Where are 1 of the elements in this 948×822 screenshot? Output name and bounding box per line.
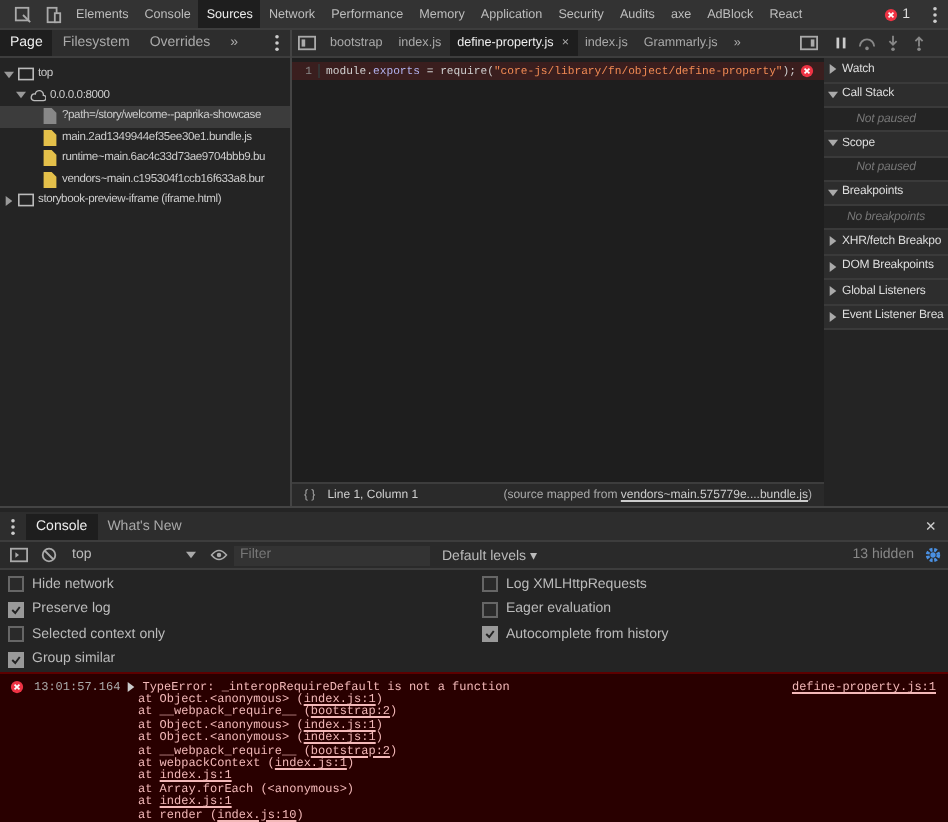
close-button[interactable]: × xyxy=(925,516,936,537)
